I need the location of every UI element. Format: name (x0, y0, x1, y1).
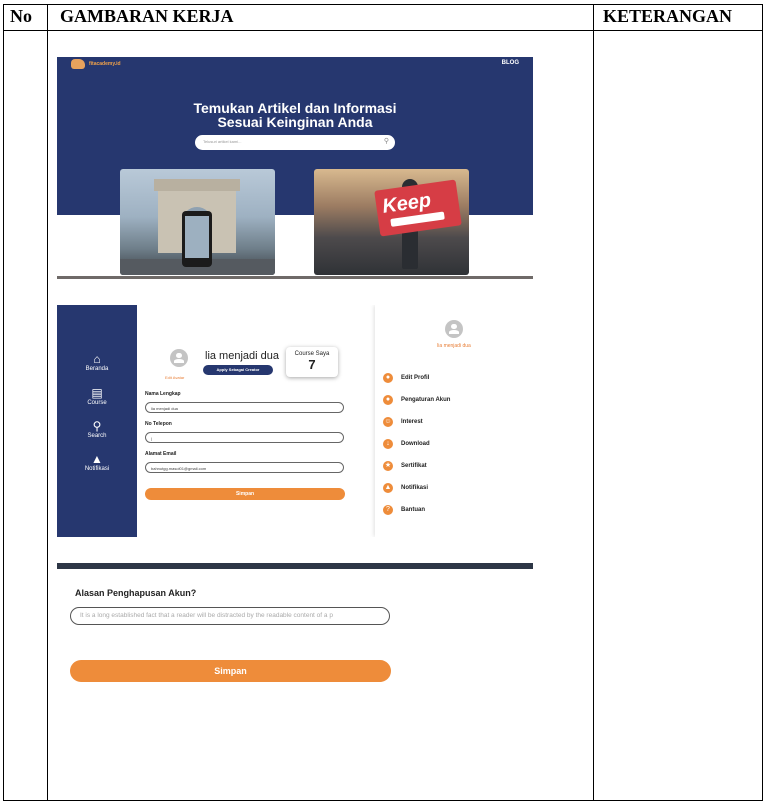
email-label: Alamat Email (145, 451, 177, 457)
delete-account-screenshot: Alasan Penghapusan Akun? It is a long es… (57, 563, 533, 693)
fullname-field[interactable]: lia menjadi dua (145, 402, 344, 413)
bell-icon: ▲ (91, 452, 103, 466)
delete-top-bar (57, 563, 533, 569)
column-divider (47, 4, 48, 801)
menu-user-name: lia menjadi dua (437, 343, 471, 349)
phone-field[interactable]: | (145, 432, 344, 443)
hero-title: Temukan Artikel dan Informasi Sesuai Kei… (57, 101, 533, 129)
avatar[interactable] (170, 349, 188, 367)
profile-form: Edit Avatar lia menjadi dua Apply Sebaga… (137, 305, 373, 537)
search-icon[interactable]: ⚲ (384, 137, 389, 145)
article-card-paris[interactable] (120, 169, 275, 275)
book-icon: ▤ (91, 386, 103, 400)
fullname-label: Nama Lengkap (145, 391, 181, 397)
sidebar: ⌂ Beranda ▤ Course ⚲ Search ▲ Notifikasi (57, 305, 137, 537)
hero-title-line2: Sesuai Keinginan Anda (217, 114, 373, 130)
column-divider (593, 4, 594, 801)
profile-menu: lia menjadi dua ● Edit Profil ● Pengatur… (375, 305, 533, 537)
home-icon: ⌂ (93, 352, 101, 366)
phone-label: No Telepon (145, 421, 172, 427)
menu-item-sertifikat[interactable]: ★ Sertifikat (383, 461, 427, 471)
sidebar-item-beranda[interactable]: ⌂ Beranda (57, 353, 137, 373)
delete-reason-input[interactable]: It is a long established fact that a rea… (70, 607, 390, 625)
menu-item-edit-profil[interactable]: ● Edit Profil (383, 373, 429, 383)
logo-icon (71, 59, 85, 69)
save-button[interactable]: Simpan (145, 488, 345, 500)
site-logo[interactable]: fitacademy.id (71, 59, 121, 69)
search-placeholder: Telusuri artikel kami... (203, 139, 242, 144)
delete-save-button[interactable]: Simpan (70, 660, 391, 682)
header-notes: KETERANGAN (603, 6, 733, 26)
apply-creator-button[interactable]: Apply Sebagai Creator (203, 365, 273, 375)
header-divider (3, 30, 763, 31)
profile-screenshot: ⌂ Beranda ▤ Course ⚲ Search ▲ Notifikasi… (57, 305, 533, 537)
menu-avatar (445, 320, 463, 338)
account-settings-icon: ● (383, 395, 393, 405)
blog-bottom-bar (57, 276, 533, 279)
hero-title-line1: Temukan Artikel dan Informasi (193, 100, 397, 116)
email-field[interactable]: bahnutgg.masol01@gmail.com (145, 462, 344, 473)
article-card-keep[interactable]: Keep (314, 169, 469, 275)
flag-image: Keep (374, 179, 462, 237)
nav-blog-link[interactable]: BLOG (502, 60, 519, 66)
sidebar-item-notifikasi[interactable]: ▲ Notifikasi (57, 453, 137, 473)
notification-icon: ▲ (383, 483, 393, 493)
interest-icon: ☺ (383, 417, 393, 427)
header-work: GAMBARAN KERJA (60, 6, 234, 26)
article-search-input[interactable]: Telusuri artikel kami... ⚲ (195, 135, 395, 150)
logo-text: fitacademy.id (89, 61, 121, 67)
search-icon: ⚲ (92, 419, 102, 433)
menu-item-download[interactable]: ↓ Download (383, 439, 430, 449)
user-name: lia menjadi dua (205, 350, 279, 362)
sidebar-item-course[interactable]: ▤ Course (57, 387, 137, 407)
phone-photo-image (182, 211, 212, 267)
sidebar-item-search[interactable]: ⚲ Search (57, 420, 137, 440)
edit-avatar-link[interactable]: Edit Avatar (165, 375, 184, 380)
menu-item-pengaturan-akun[interactable]: ● Pengaturan Akun (383, 395, 450, 405)
blog-screenshot: fitacademy.id BLOG Temukan Artikel dan I… (57, 57, 533, 279)
edit-profile-icon: ● (383, 373, 393, 383)
menu-item-notifikasi[interactable]: ▲ Notifikasi (383, 483, 428, 493)
course-count: 7 (308, 357, 316, 372)
header-no: No (10, 6, 32, 26)
certificate-icon: ★ (383, 461, 393, 471)
course-count-card[interactable]: Course Saya 7 (286, 347, 338, 377)
menu-item-bantuan[interactable]: ? Bantuan (383, 505, 425, 515)
menu-item-interest[interactable]: ☺ Interest (383, 417, 423, 427)
help-icon: ? (383, 505, 393, 515)
delete-reason-title: Alasan Penghapusan Akun? (75, 588, 197, 598)
download-icon: ↓ (383, 439, 393, 449)
